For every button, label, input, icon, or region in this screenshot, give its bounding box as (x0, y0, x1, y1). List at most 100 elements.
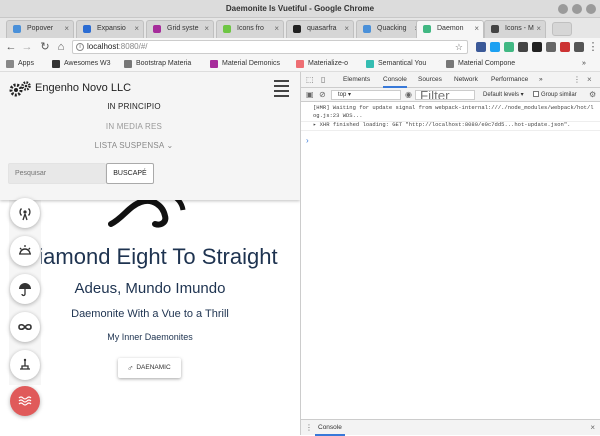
browser-tab[interactable]: Popover × (6, 20, 74, 38)
gear-icon[interactable]: ⚙ (589, 88, 596, 102)
close-icon[interactable]: × (474, 21, 479, 37)
extension-icon[interactable] (574, 42, 584, 52)
bookmark-item[interactable]: Materialize-o (296, 59, 348, 69)
close-icon[interactable]: × (344, 21, 349, 37)
bookmarks-bar: Apps Awesomes W3 Bootstrap Materia Mater… (0, 56, 600, 72)
tab-favicon-icon (491, 25, 499, 33)
browser-tab[interactable]: Quacking × (356, 20, 424, 38)
kebab-menu-icon[interactable]: ⋮ (305, 420, 313, 436)
close-icon[interactable]: × (536, 21, 541, 37)
tab-label: Expansio (97, 25, 126, 32)
clear-console-icon[interactable]: ⊘ (319, 88, 326, 102)
bookmark-favicon-icon (52, 60, 60, 68)
infinity-fab[interactable] (10, 312, 40, 342)
mars-icon: ♂ (127, 363, 134, 373)
devtools-more-tabs[interactable]: » (539, 72, 543, 88)
nav-item-in-media-res[interactable]: IN MEDIA RES (0, 122, 284, 131)
maximize-button[interactable] (572, 4, 582, 14)
info-icon[interactable]: i (76, 43, 84, 51)
browser-tab-active[interactable]: Daemon × (416, 20, 484, 38)
search-input[interactable] (8, 163, 106, 184)
close-icon[interactable]: × (204, 21, 209, 37)
bookmark-favicon-icon (446, 60, 454, 68)
bookmark-favicon-icon (296, 60, 304, 68)
bookmark-label: Materialize-o (308, 60, 349, 67)
broadcast-fab[interactable] (10, 198, 40, 228)
app-viewport: Engenho Novo LLC IN PRINCIPIO IN MEDIA R… (0, 72, 300, 435)
waves-fab[interactable] (10, 386, 40, 416)
close-icon[interactable]: × (587, 72, 592, 88)
bookmark-item[interactable]: Awesomes W3 (52, 59, 111, 69)
close-icon[interactable]: × (274, 21, 279, 37)
browser-tab[interactable]: Icons - M × (484, 20, 546, 38)
bookmark-item[interactable]: Material Compone (446, 59, 515, 69)
bookmark-item[interactable]: Material Demonics (210, 59, 280, 69)
bookmark-item[interactable]: Bootstrap Materia (124, 59, 191, 69)
home-icon[interactable]: ⌂ (54, 39, 68, 55)
tab-favicon-icon (423, 25, 431, 33)
inspect-element-icon[interactable]: ⬚ (306, 72, 314, 88)
close-icon[interactable]: × (590, 420, 595, 436)
devtools-tab-performance[interactable]: Performance (491, 72, 528, 88)
device-toolbar-icon[interactable]: ▯ (321, 72, 325, 88)
back-icon[interactable]: ← (4, 39, 18, 55)
tab-label: quasarfra (307, 25, 337, 32)
forward-icon[interactable]: → (20, 39, 34, 55)
extension-icon[interactable] (476, 42, 486, 52)
extension-icon[interactable] (560, 42, 570, 52)
new-tab-button[interactable] (552, 22, 572, 36)
more-bookmarks-icon[interactable]: » (582, 59, 586, 69)
console-prompt-icon[interactable]: › (306, 136, 309, 145)
minimize-button[interactable] (558, 4, 568, 14)
search-button[interactable]: BUSCAPÉ (106, 163, 154, 184)
sunrise-fab[interactable] (10, 236, 40, 266)
extension-icon[interactable] (532, 42, 542, 52)
console-filter-input[interactable] (415, 90, 475, 100)
browser-tab[interactable]: Grid syste × (146, 20, 214, 38)
group-similar-checkbox[interactable]: Group similar (533, 90, 577, 100)
close-window-button[interactable] (586, 4, 596, 14)
hamburger-menu-icon[interactable] (274, 80, 289, 98)
checkbox[interactable] (533, 91, 539, 98)
browser-tab[interactable]: Icons fro × (216, 20, 284, 38)
bookmark-apps[interactable]: Apps (6, 59, 34, 69)
nav-item-in-principio[interactable]: IN PRINCIPIO (0, 102, 284, 111)
kebab-menu-icon[interactable]: ⋮ (586, 39, 600, 55)
vue-devtools-icon[interactable] (504, 42, 514, 52)
bookmark-label: Bootstrap Materia (136, 60, 192, 67)
window-title: Daemonite Is Vuetiful - Google Chrome (225, 4, 375, 13)
extension-icon[interactable] (546, 42, 556, 52)
reload-icon[interactable]: ↻ (38, 39, 52, 55)
bookmark-item[interactable]: Semantical You (366, 59, 426, 69)
address-bar[interactable]: i localhost:8080/#/ ☆ (72, 40, 468, 54)
nav-item-lista-suspensa[interactable]: LISTA SUSPENSA ⌄ (0, 141, 284, 150)
eye-icon[interactable]: ◉ (405, 88, 412, 102)
devtools-tab-console[interactable]: Console (383, 72, 407, 88)
devtools-tab-sources[interactable]: Sources (418, 72, 442, 88)
umbrella-fab[interactable] (10, 274, 40, 304)
daenamic-button[interactable]: ♂ DAENAMIC (118, 358, 181, 378)
tab-label: Quacking (377, 25, 407, 32)
console-toolbar: ▣ ⊘ top ▾ ◉ Default levels ▾ Group simil… (301, 88, 600, 102)
browser-tab[interactable]: Expansio × (76, 20, 144, 38)
devtools-panel: ⬚ ▯ Elements Console Sources Network Per… (300, 72, 600, 436)
tab-favicon-icon (83, 25, 91, 33)
brand-title[interactable]: Engenho Novo LLC (35, 82, 131, 94)
close-icon[interactable]: × (134, 21, 139, 37)
console-message-text[interactable]: ▸ XHR finished loading: GET "http://loca… (313, 121, 570, 128)
cutlery-fab[interactable] (10, 350, 40, 380)
bookmark-favicon-icon (210, 60, 218, 68)
kebab-menu-icon[interactable]: ⋮ (573, 72, 581, 88)
devtools-tab-elements[interactable]: Elements (343, 72, 370, 88)
extension-icon[interactable] (490, 42, 500, 52)
drawer-tab-console[interactable]: Console (315, 420, 345, 436)
sidebar-toggle-icon[interactable]: ▣ (306, 88, 314, 102)
browser-tab[interactable]: quasarfra × (286, 20, 354, 38)
close-icon[interactable]: × (64, 21, 69, 37)
context-select[interactable]: top ▾ (331, 90, 401, 100)
extension-icon[interactable] (518, 42, 528, 52)
tab-label: Icons fro (237, 25, 264, 32)
devtools-tab-network[interactable]: Network (454, 72, 478, 88)
log-levels-select[interactable]: Default levels ▾ (483, 90, 524, 100)
bookmark-star-icon[interactable]: ☆ (455, 41, 463, 53)
